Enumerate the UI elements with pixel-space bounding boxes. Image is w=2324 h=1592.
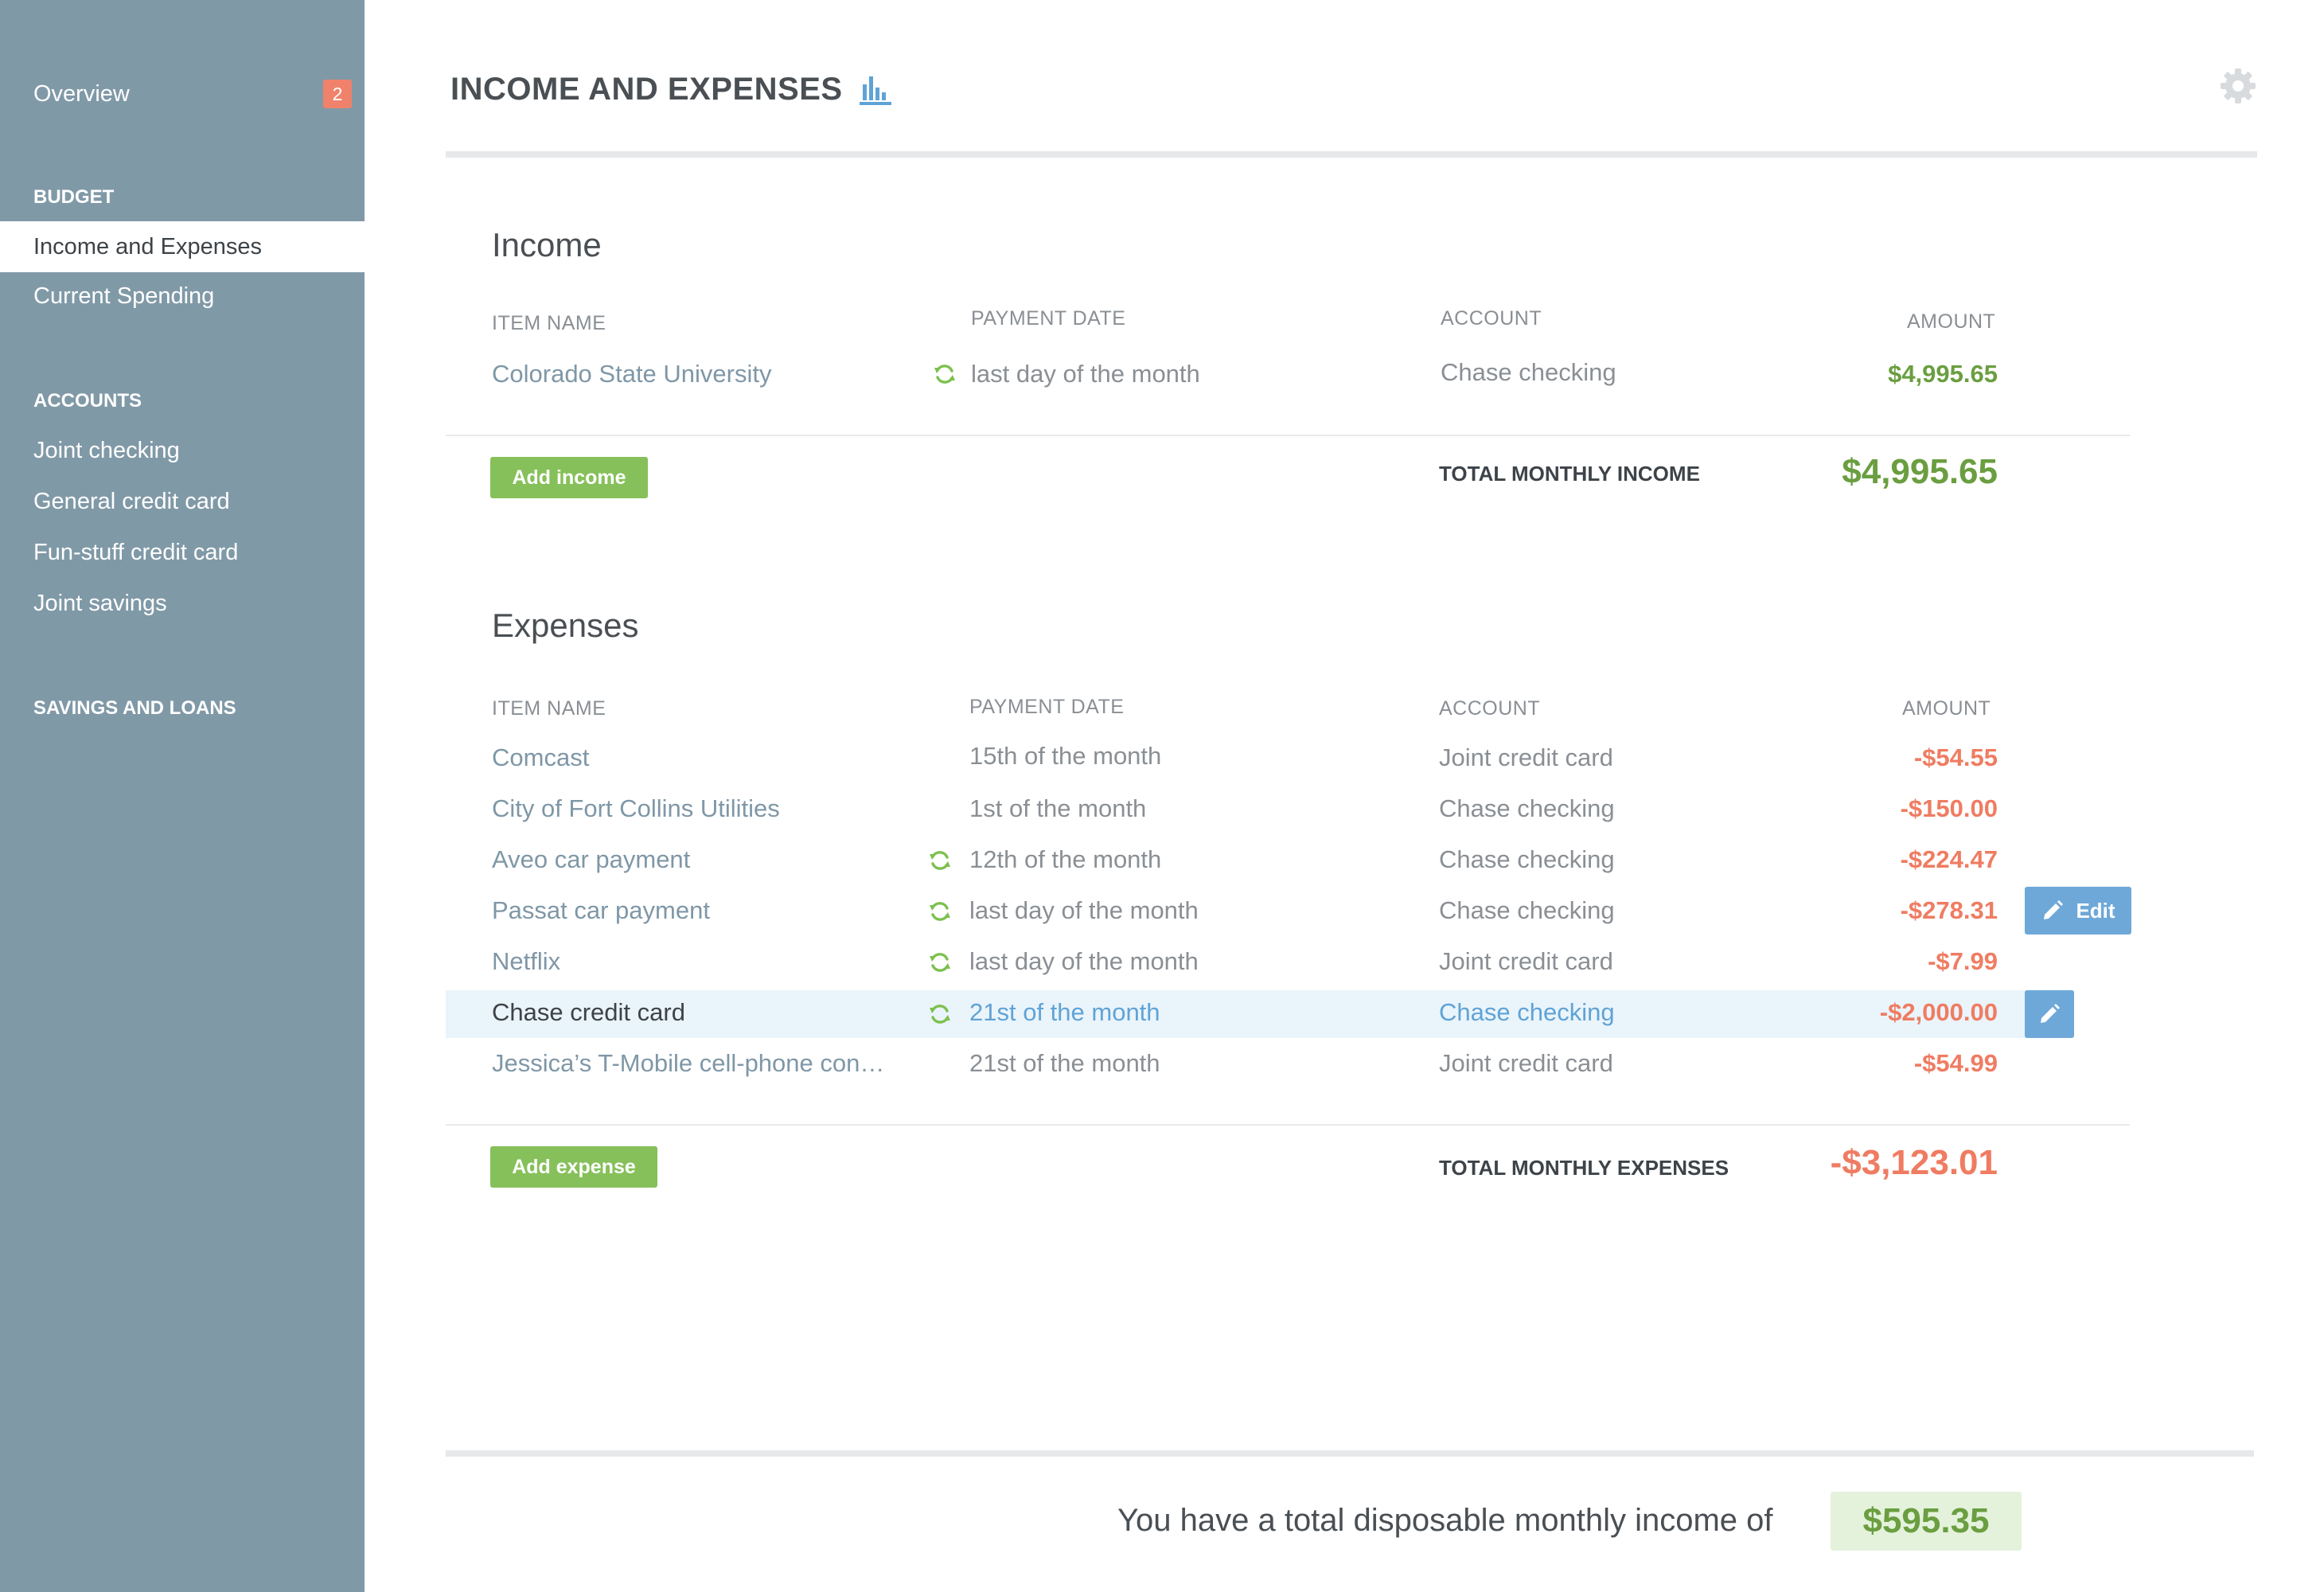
recurring-icon xyxy=(930,851,950,870)
expense-payment-date: 12th of the month xyxy=(969,845,1162,873)
expense-amount: -$278.31 xyxy=(1900,896,1998,924)
income-account: Chase checking xyxy=(1441,358,1616,386)
income-section-title: Income xyxy=(492,226,602,263)
add-expense-button[interactable]: Add expense xyxy=(490,1146,657,1188)
expense-item-name[interactable]: Netflix xyxy=(492,947,560,976)
header-divider xyxy=(446,151,2257,158)
expense-amount: -$150.00 xyxy=(1900,794,1998,822)
sidebar-heading-budget: BUDGET xyxy=(33,186,115,208)
expense-row-highlight xyxy=(446,990,2044,1038)
recurring-icon xyxy=(930,1005,950,1024)
total-expenses-value: -$3,123.01 xyxy=(1830,1143,1998,1182)
recurring-icon xyxy=(934,365,955,384)
expense-account: Chase checking xyxy=(1439,794,1615,822)
expense-amount: -$2,000.00 xyxy=(1879,998,1998,1026)
disposable-income-value: $595.35 xyxy=(1831,1492,2022,1551)
expense-account: Chase checking xyxy=(1439,998,1615,1026)
total-expenses-label: TOTAL MONTHLY EXPENSES xyxy=(1439,1156,1729,1180)
sidebar-item-joint-savings[interactable]: Joint savings xyxy=(0,578,365,629)
expense-item-name[interactable]: Aveo car payment xyxy=(492,845,690,874)
expenses-section-title: Expenses xyxy=(492,607,639,644)
income-divider xyxy=(446,435,2130,436)
expense-payment-date: last day of the month xyxy=(969,896,1199,924)
sidebar-item-label: Fun-stuff credit card xyxy=(33,539,239,565)
income-col-account: ACCOUNT xyxy=(1441,307,1542,330)
income-col-item-name: ITEM NAME xyxy=(492,312,606,334)
sidebar-item-general-credit-card[interactable]: General credit card xyxy=(0,476,365,527)
recurring-icon xyxy=(930,902,950,921)
footer-divider xyxy=(446,1450,2254,1457)
expenses-col-amount: AMOUNT xyxy=(1902,697,1991,720)
sidebar-heading-accounts: ACCOUNTS xyxy=(33,390,142,412)
expense-item-name[interactable]: Passat car payment xyxy=(492,896,710,925)
bar-chart-icon[interactable] xyxy=(858,73,893,105)
sidebar-item-label: Joint savings xyxy=(33,590,167,616)
income-col-payment-date: PAYMENT DATE xyxy=(971,307,1126,330)
recurring-icon xyxy=(930,953,950,972)
expense-account: Chase checking xyxy=(1439,845,1615,873)
edit-button-label: Edit xyxy=(2076,898,2115,923)
sidebar-item-joint-checking[interactable]: Joint checking xyxy=(0,425,365,476)
expense-amount: -$54.99 xyxy=(1913,1049,1998,1077)
page-title: INCOME AND EXPENSES xyxy=(450,72,843,107)
expenses-col-account: ACCOUNT xyxy=(1439,697,1541,720)
expense-payment-date: last day of the month xyxy=(969,947,1199,975)
expenses-divider xyxy=(446,1124,2130,1126)
expense-item-name[interactable]: City of Fort Collins Utilities xyxy=(492,794,780,823)
expense-item-name[interactable]: Jessica’s T-Mobile cell-phone con… xyxy=(492,1049,884,1078)
expense-account: Joint credit card xyxy=(1439,743,1613,771)
edit-button[interactable]: Edit xyxy=(2025,887,2131,935)
expense-payment-date: 1st of the month xyxy=(969,794,1147,822)
income-col-amount: AMOUNT xyxy=(1907,310,1996,333)
sidebar: Overview 2 BUDGET Income and Expenses Cu… xyxy=(0,0,365,1592)
expense-item-name[interactable]: Chase credit card xyxy=(492,998,685,1027)
sidebar-item-current-spending[interactable]: Current Spending xyxy=(0,271,365,322)
sidebar-item-fun-stuff-credit-card[interactable]: Fun-stuff credit card xyxy=(0,527,365,578)
expense-account: Joint credit card xyxy=(1439,1049,1613,1077)
sidebar-item-label: Overview xyxy=(33,80,130,107)
gear-icon[interactable] xyxy=(2219,67,2257,105)
income-payment-date: last day of the month xyxy=(971,360,1200,388)
income-amount: $4,995.65 xyxy=(1888,360,1998,388)
sidebar-item-label: Joint checking xyxy=(33,437,180,463)
sidebar-item-label: Current Spending xyxy=(33,283,215,309)
edit-icon-button[interactable] xyxy=(2025,990,2074,1038)
expense-amount: -$224.47 xyxy=(1900,845,1998,873)
expense-account: Joint credit card xyxy=(1439,947,1613,975)
expense-payment-date: 21st of the month xyxy=(969,1049,1160,1077)
income-item-name[interactable]: Colorado State University xyxy=(492,360,772,388)
expense-amount: -$54.55 xyxy=(1913,743,1998,771)
expense-amount: -$7.99 xyxy=(1928,947,1998,975)
add-income-button[interactable]: Add income xyxy=(490,457,648,498)
expenses-col-payment-date: PAYMENT DATE xyxy=(969,696,1125,718)
sidebar-item-income-and-expenses[interactable]: Income and Expenses xyxy=(0,221,365,272)
expense-item-name[interactable]: Comcast xyxy=(492,743,589,772)
pencil-icon xyxy=(2041,1004,2060,1023)
expenses-col-item-name: ITEM NAME xyxy=(492,697,606,720)
pencil-icon xyxy=(2044,900,2064,919)
sidebar-item-label: General credit card xyxy=(33,488,230,514)
total-income-label: TOTAL MONTHLY INCOME xyxy=(1439,462,1700,486)
sidebar-item-overview[interactable]: Overview 2 xyxy=(0,68,365,119)
sidebar-item-label: Income and Expenses xyxy=(33,233,262,259)
expense-payment-date: 15th of the month xyxy=(969,742,1162,770)
sidebar-heading-savings-and-loans: SAVINGS AND LOANS xyxy=(33,697,236,719)
total-income-value: $4,995.65 xyxy=(1842,452,1998,491)
disposable-income-text: You have a total disposable monthly inco… xyxy=(1117,1503,1773,1538)
expense-account: Chase checking xyxy=(1439,896,1615,924)
notification-badge: 2 xyxy=(323,80,352,108)
expense-payment-date: 21st of the month xyxy=(969,998,1160,1026)
